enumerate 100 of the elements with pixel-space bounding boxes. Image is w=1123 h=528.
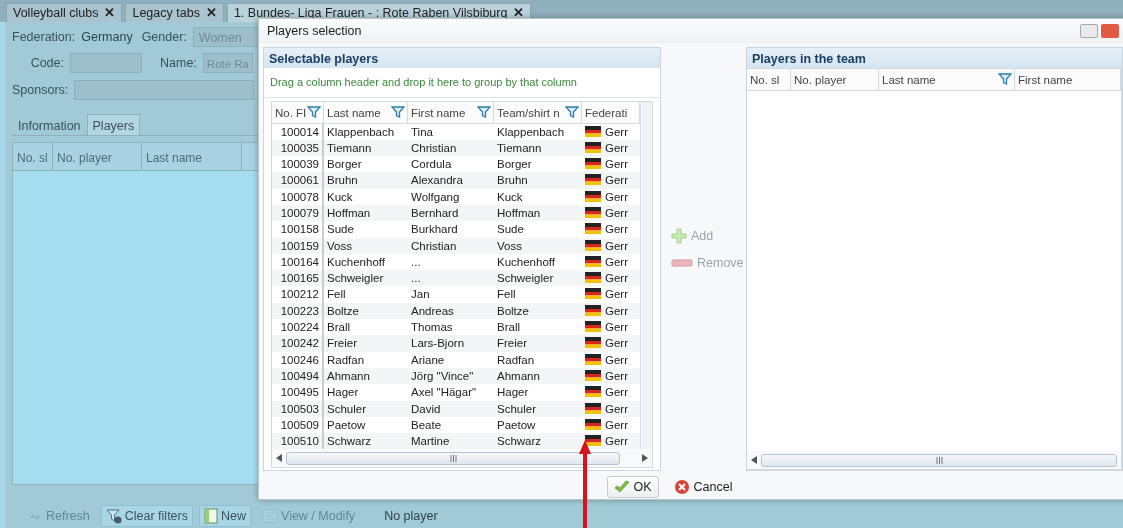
table-cell-text: Lars-Bjorn (410, 336, 466, 352)
column-header[interactable]: Last name (324, 101, 408, 123)
vertical-scrollbar[interactable] (640, 101, 652, 450)
table-cell-text: Axel "Hägar" (410, 385, 478, 401)
table-cell-text: Ahmann (326, 368, 371, 384)
document-icon (204, 508, 218, 524)
horizontal-scrollbar[interactable] (747, 451, 1121, 469)
table-cell-text: Kuchenhoff (496, 254, 556, 270)
column-header[interactable]: First name (1015, 69, 1121, 90)
flag-icon (585, 386, 601, 398)
table-cell-text: Paetow (326, 417, 367, 433)
field-label: Gender: (141, 28, 187, 46)
table-cell-text: Christian (410, 238, 458, 254)
close-icon[interactable]: ✕ (104, 3, 116, 23)
status-text: No player (384, 507, 438, 525)
close-icon[interactable]: ✕ (205, 3, 217, 23)
flag-icon (585, 190, 601, 202)
restore-button[interactable] (1080, 24, 1098, 38)
dialog-title: Players selection (267, 22, 362, 40)
table-cell-text: Alexandra (410, 173, 464, 189)
table-cell-text: Kuck (496, 189, 524, 205)
column-header[interactable]: Last name (879, 69, 1015, 90)
table-cell: 100503 (272, 400, 324, 417)
toolbar-button[interactable]: Clear filters (100, 504, 193, 528)
cell-text: Gerr (605, 255, 628, 268)
table-cell-text: Thomas (410, 320, 454, 336)
table-cell-text: Boltze (326, 303, 360, 319)
field-label: Federation: (12, 28, 76, 46)
tab-label: Legacy tabs (132, 4, 200, 22)
table-cell: 100035 (272, 139, 324, 157)
table-cell-text: Klappenbach (326, 124, 396, 140)
table-cell-text: Fell (496, 287, 517, 303)
table-cell-text: Hager (326, 385, 360, 401)
scroll-left-icon[interactable] (276, 454, 282, 463)
table-cell-text: Beate (410, 417, 443, 433)
table-cell: 100079 (272, 205, 324, 222)
table-cell-text: Hoffman (496, 206, 542, 221)
table-cell-text: Borger (496, 157, 533, 173)
table-cell-text: Tiemann (496, 140, 543, 156)
tab[interactable]: Information (12, 114, 87, 135)
table-cell: 100159 (272, 237, 324, 254)
table-cell-text: Ahmann (496, 368, 541, 384)
cell-text: Gerr (605, 321, 628, 334)
app-tab[interactable]: Volleyball clubs ✕ (6, 3, 123, 22)
table-cell-text: Tiemann (326, 140, 373, 156)
table-cell-text: ... (410, 271, 422, 287)
column-header[interactable]: Last name (142, 143, 242, 170)
close-icon[interactable]: ✕ (513, 3, 525, 23)
table-cell-text: Brall (496, 320, 521, 336)
checkmark-icon (613, 480, 630, 494)
horizontal-scrollbar[interactable] (272, 449, 652, 468)
table-cell-text: Fell (326, 287, 347, 303)
table-cell: 100061 (272, 172, 324, 189)
close-button[interactable] (1101, 24, 1119, 38)
cell-text: Gerr (605, 337, 628, 350)
dialog-button[interactable]: OK (606, 475, 659, 499)
cell-text: Gerr (605, 125, 628, 138)
table-cell: 100165 (272, 270, 324, 287)
tab[interactable]: Players (86, 114, 141, 135)
column-header[interactable]: No. player (53, 143, 142, 170)
flag-icon (585, 207, 601, 218)
cell-text: Gerr (605, 418, 628, 431)
plus-icon (671, 228, 687, 245)
table-cell-text: Kuck (326, 189, 354, 205)
table-cell-text: Schuler (496, 401, 537, 417)
flag-icon (585, 353, 601, 365)
table-cell-text: Schweigler (326, 271, 385, 287)
cell-text: Gerr (605, 402, 628, 415)
cell-text: Gerr (605, 435, 628, 448)
column-header[interactable]: No. sl (747, 69, 791, 90)
cell-text: Gerr (605, 207, 628, 219)
field-label: Code: (29, 54, 64, 72)
column-header[interactable]: First name (408, 101, 494, 123)
column-header[interactable]: No. sl (13, 143, 53, 170)
scroll-right-icon[interactable] (642, 454, 648, 463)
flag-icon (585, 288, 601, 300)
table-cell-text: Klappenbach (496, 124, 566, 140)
column-header[interactable]: No. player (791, 69, 879, 90)
cell-text: Gerr (605, 223, 628, 236)
toolbar-button[interactable]: New (199, 504, 251, 528)
table-cell-text: Radfan (496, 352, 536, 368)
flag-icon (585, 223, 601, 235)
scroll-left-icon[interactable] (751, 456, 757, 464)
app-tab[interactable]: Legacy tabs ✕ (125, 3, 224, 22)
table-cell: 100242 (272, 335, 324, 352)
code-field[interactable] (70, 53, 142, 73)
column-header[interactable]: No. FI (272, 101, 324, 123)
table-cell-text: Freier (326, 336, 359, 352)
flag-icon (585, 304, 601, 316)
column-header[interactable]: Team/shirt n (494, 101, 582, 123)
flag-icon (585, 337, 601, 349)
table-cell-text: Schuler (326, 401, 367, 417)
table-cell-text: Boltze (496, 303, 530, 319)
flag-icon (585, 272, 601, 284)
sponsors-field[interactable] (74, 80, 255, 100)
table-cell: 100223 (272, 302, 324, 320)
table-cell-text: Freier (496, 336, 529, 352)
table-cell-text: Tina (410, 124, 434, 140)
field-label: Sponsors: (12, 81, 69, 99)
dialog-button[interactable]: Cancel (666, 475, 740, 499)
